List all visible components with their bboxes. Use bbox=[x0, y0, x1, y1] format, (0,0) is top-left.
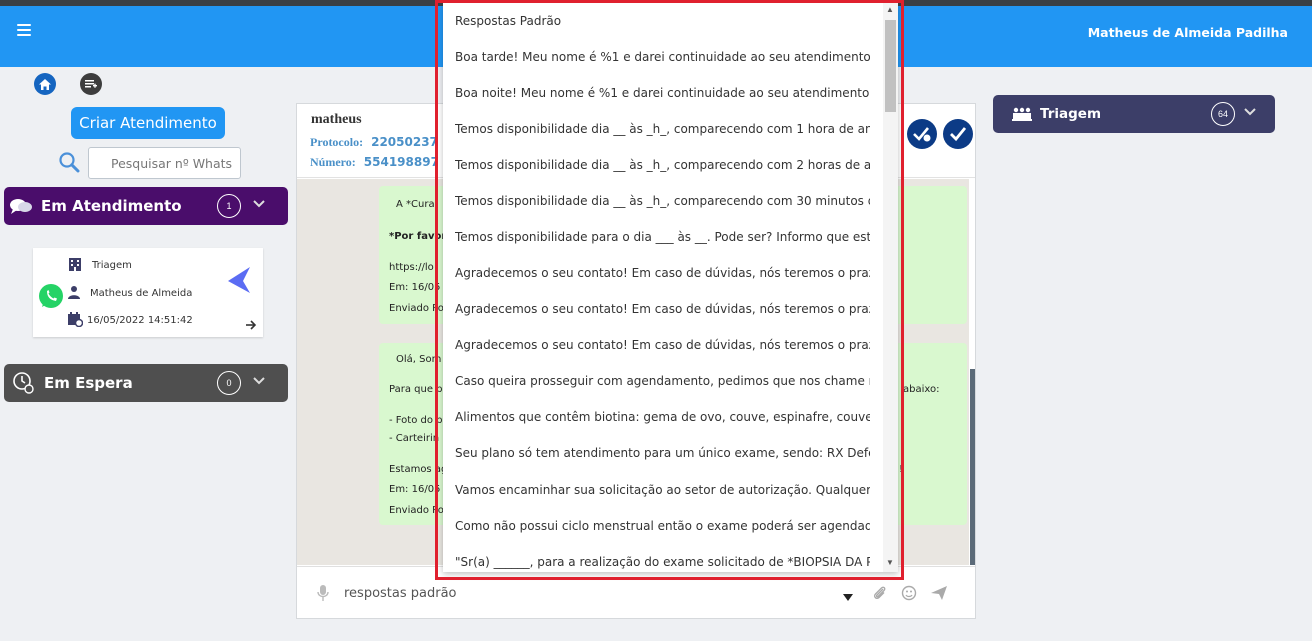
caret-down-icon[interactable] bbox=[843, 589, 853, 607]
chevron-down-icon[interactable] bbox=[1243, 105, 1257, 124]
chat-bubbles-icon bbox=[9, 197, 33, 215]
waiting-count: 0 bbox=[217, 371, 241, 395]
message-line: Em: 16/05 bbox=[389, 282, 441, 293]
attach-icon[interactable] bbox=[872, 585, 888, 606]
open-arrow-icon[interactable] bbox=[245, 318, 257, 336]
message-input[interactable]: respostas padrão bbox=[344, 586, 457, 601]
number-label: Número: bbox=[310, 155, 356, 169]
number-line: Número: 554198897 bbox=[310, 155, 439, 170]
waiting-title: Em Espera bbox=[44, 374, 133, 392]
whatsapp-icon bbox=[38, 283, 64, 314]
message-line: https://lo bbox=[389, 262, 434, 273]
message-line: abaixo: bbox=[903, 384, 940, 395]
protocol-line: Protocolo: 22050237 bbox=[310, 135, 438, 150]
send-arrow-icon[interactable] bbox=[226, 265, 252, 300]
chevron-down-icon[interactable] bbox=[252, 374, 266, 393]
search-input[interactable] bbox=[88, 147, 241, 179]
highlight-box bbox=[435, 0, 904, 580]
in-attendance-count: 1 bbox=[217, 194, 241, 218]
card-agent: Matheus de Almeida bbox=[90, 288, 193, 299]
ticket-card[interactable]: Triagem Matheus de Almeida 16/05/2022 14… bbox=[33, 248, 263, 337]
number-value: 554198897 bbox=[363, 155, 439, 169]
triage-section[interactable]: Triagem 64 bbox=[993, 95, 1275, 133]
emoji-icon[interactable] bbox=[901, 585, 917, 606]
triage-count: 64 bbox=[1211, 102, 1235, 126]
calendar-icon bbox=[67, 311, 84, 330]
protocol-value: 22050237 bbox=[371, 135, 438, 149]
search-icon[interactable] bbox=[58, 151, 80, 178]
contact-name: matheus bbox=[311, 112, 362, 127]
chat-add-icon[interactable] bbox=[80, 73, 102, 95]
send-icon[interactable] bbox=[930, 585, 948, 606]
group-icon bbox=[1012, 107, 1032, 121]
protocol-label: Protocolo: bbox=[310, 135, 364, 149]
in-attendance-section[interactable]: Em Atendimento 1 bbox=[4, 187, 288, 225]
create-ticket-button[interactable]: Criar Atendimento bbox=[71, 107, 225, 139]
message-line: A *Cura bbox=[396, 199, 435, 210]
chat-scrollbar[interactable] bbox=[970, 369, 975, 565]
message-line: Em: 16/05 bbox=[389, 484, 441, 495]
home-icon[interactable] bbox=[34, 73, 56, 95]
in-attendance-title: Em Atendimento bbox=[41, 197, 182, 215]
user-name[interactable]: Matheus de Almeida Padilha bbox=[1088, 25, 1288, 40]
agent-icon bbox=[67, 285, 81, 302]
card-sector: Triagem bbox=[92, 260, 132, 271]
building-icon bbox=[67, 256, 83, 275]
finish-check-button[interactable] bbox=[943, 119, 973, 149]
chevron-down-icon[interactable] bbox=[252, 197, 266, 216]
hamburger-icon[interactable] bbox=[17, 24, 31, 36]
clock-icon bbox=[12, 371, 36, 395]
transfer-check-button[interactable] bbox=[907, 119, 937, 149]
waiting-section[interactable]: Em Espera 0 bbox=[4, 364, 288, 402]
card-datetime: 16/05/2022 14:51:42 bbox=[87, 315, 193, 326]
triage-title: Triagem bbox=[1040, 106, 1102, 122]
microphone-icon[interactable] bbox=[317, 585, 329, 606]
message-line: - Carteirin bbox=[389, 433, 440, 444]
